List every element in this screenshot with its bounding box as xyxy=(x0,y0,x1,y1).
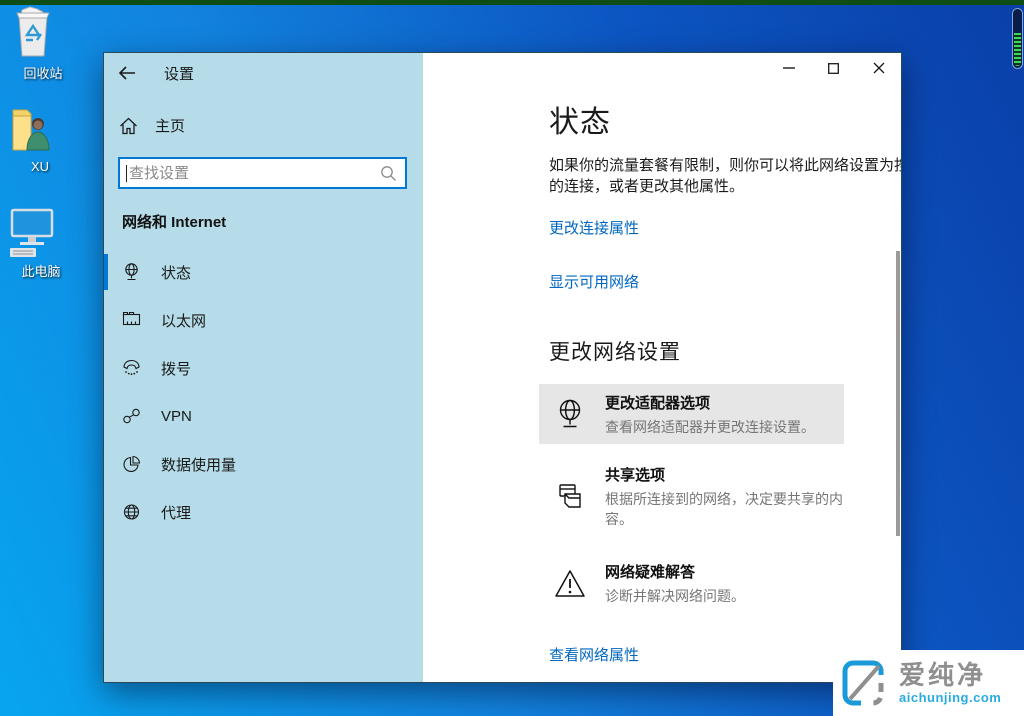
setting-title: 共享选项 xyxy=(605,464,844,485)
setting-title: 网络疑难解答 xyxy=(605,561,745,582)
proxy-icon xyxy=(121,502,142,522)
home-icon xyxy=(119,117,138,135)
sidebar-item-label: 以太网 xyxy=(161,310,206,331)
setting-title: 更改适配器选项 xyxy=(605,392,815,413)
text-caret xyxy=(126,165,127,182)
sidebar-item-home[interactable]: 主页 xyxy=(119,115,185,136)
link-view-network-properties[interactable]: 查看网络属性 xyxy=(549,644,639,665)
setting-desc: 根据所连接到的网络，决定要共享的内容。 xyxy=(605,489,844,529)
sidebar-item-proxy[interactable]: 代理 xyxy=(104,493,423,531)
sidebar-item-label: 代理 xyxy=(161,502,191,523)
sharing-icon xyxy=(553,481,587,513)
watermark-domain: aichunjing.com xyxy=(899,690,1001,705)
sidebar-item-label: 状态 xyxy=(161,262,191,283)
screen-top-strip xyxy=(0,0,1024,5)
back-button[interactable] xyxy=(104,57,150,89)
search-input[interactable] xyxy=(129,165,380,182)
sidebar-item-ethernet[interactable]: 以太网 xyxy=(104,301,423,339)
sidebar-item-label: 拨号 xyxy=(161,358,191,379)
sidebar-item-label: VPN xyxy=(161,408,192,425)
side-progress-indicator xyxy=(1012,8,1023,69)
search-icon[interactable] xyxy=(380,165,397,182)
setting-desc: 查看网络适配器并更改连接设置。 xyxy=(605,417,815,437)
network-status-icon xyxy=(121,262,142,282)
setting-desc: 诊断并解决网络问题。 xyxy=(605,586,745,606)
sidebar-section-label: 网络和 Internet xyxy=(122,211,226,232)
sidebar-nav: 状态 以太网 拨号 V xyxy=(104,253,423,541)
setting-row-network-troubleshooter[interactable]: 网络疑难解答 诊断并解决网络问题。 xyxy=(539,551,844,616)
data-usage-icon xyxy=(121,454,142,474)
sidebar-item-dialup[interactable]: 拨号 xyxy=(104,349,423,387)
troubleshoot-warning-icon xyxy=(553,568,587,600)
search-box[interactable] xyxy=(118,157,407,189)
page-description: 如果你的流量套餐有限制，则你可以将此网络设置为按流量计费的连接，或者更改其他属性… xyxy=(549,155,901,197)
settings-window: 设置 主页 网络和 Internet xyxy=(103,52,902,683)
settings-main-pane: 状态 如果你的流量套餐有限制，则你可以将此网络设置为按流量计费的连接，或者更改其… xyxy=(423,53,901,682)
desktop-icon-label: XU xyxy=(5,159,75,174)
sidebar-item-vpn[interactable]: VPN xyxy=(104,397,423,435)
setting-row-change-adapter-options[interactable]: 更改适配器选项 查看网络适配器并更改连接设置。 xyxy=(539,384,844,444)
this-pc-icon xyxy=(6,206,76,258)
status-page: 状态 如果你的流量套餐有限制，则你可以将此网络设置为按流量计费的连接，或者更改其… xyxy=(549,53,901,682)
desktop-icon-recycle-bin[interactable]: 回收站 xyxy=(8,6,78,82)
titlebar: 设置 xyxy=(104,53,194,93)
recycle-bin-icon xyxy=(8,6,78,60)
link-change-connection-properties[interactable]: 更改连接属性 xyxy=(549,217,639,238)
link-show-available-networks[interactable]: 显示可用网络 xyxy=(549,271,639,292)
page-title: 状态 xyxy=(549,97,901,141)
section-title: 更改网络设置 xyxy=(549,336,901,366)
watermark-title: 爱纯净 xyxy=(899,662,1001,688)
user-folder-icon xyxy=(5,104,75,156)
desktop-icon-label: 此电脑 xyxy=(6,261,76,280)
scrollbar-thumb[interactable] xyxy=(896,251,900,536)
setting-row-sharing-options[interactable]: 共享选项 根据所连接到的网络，决定要共享的内容。 xyxy=(539,454,844,539)
window-title: 设置 xyxy=(164,63,194,84)
sidebar-home-label: 主页 xyxy=(155,115,185,136)
sidebar-item-status[interactable]: 状态 xyxy=(104,253,423,291)
progress-fill xyxy=(1014,33,1021,66)
sidebar-item-label: 数据使用量 xyxy=(161,454,236,475)
vpn-icon xyxy=(121,406,142,426)
sidebar-item-data-usage[interactable]: 数据使用量 xyxy=(104,445,423,483)
adapter-icon xyxy=(553,398,587,430)
desktop-icon-label: 回收站 xyxy=(8,63,78,82)
settings-sidebar: 设置 主页 网络和 Internet xyxy=(104,53,423,682)
dialup-icon xyxy=(121,358,142,378)
desktop-icon-this-pc[interactable]: 此电脑 xyxy=(6,206,76,280)
watermark: 爱纯净 aichunjing.com xyxy=(833,650,1024,716)
desktop-icon-user-folder[interactable]: XU xyxy=(5,104,75,174)
watermark-logo-icon xyxy=(839,657,891,709)
ethernet-icon xyxy=(121,310,142,330)
back-arrow-icon xyxy=(118,66,136,80)
